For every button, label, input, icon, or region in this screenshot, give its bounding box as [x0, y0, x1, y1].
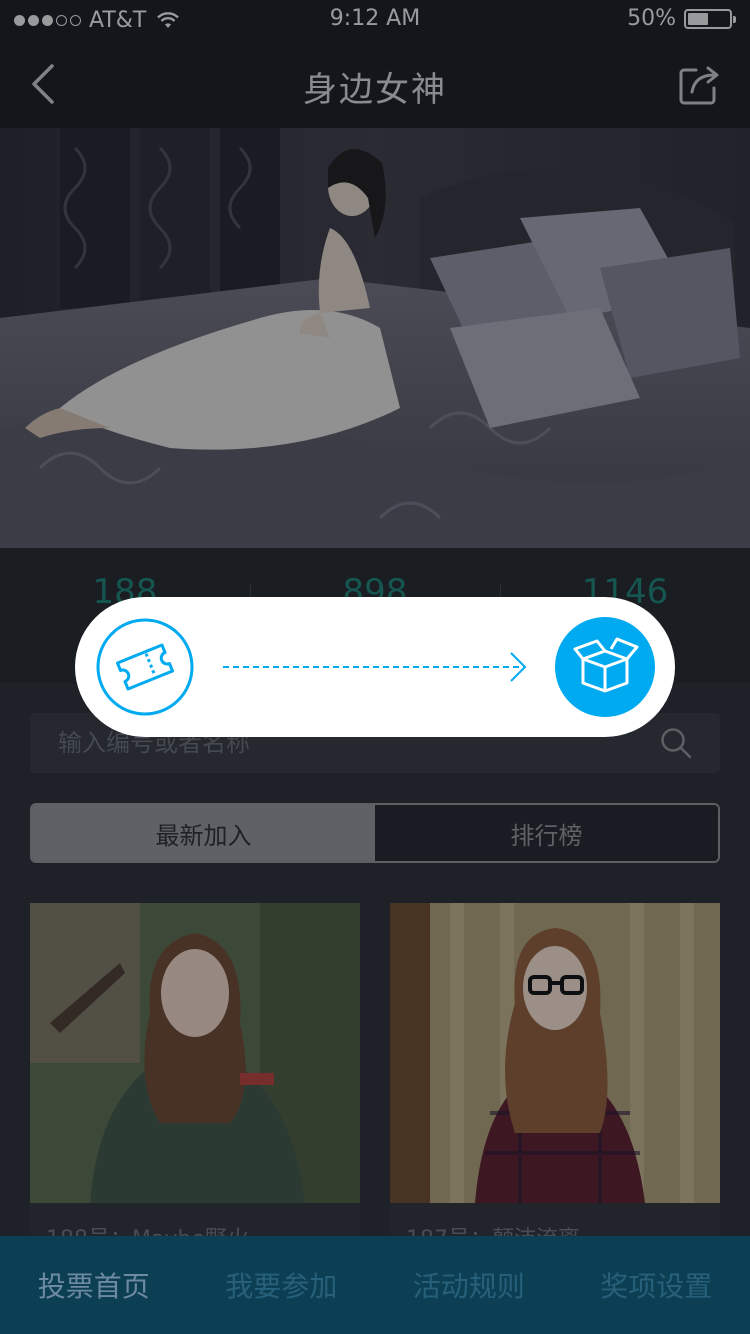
tab-bar-item-awards[interactable]: 奖项设置	[563, 1236, 750, 1334]
bottom-tab-bar: 投票首页 我要参加 活动规则 奖项设置	[0, 1236, 750, 1334]
ticket-to-gift-popup[interactable]	[75, 597, 675, 737]
app-screen: AT&T 9:12 AM 50% 身边女神 188 898 1146 输入编号或…	[0, 0, 750, 1334]
dashed-arrow-icon	[223, 652, 527, 682]
ticket-icon[interactable]	[95, 617, 195, 717]
tab-bar-item-rules[interactable]: 活动规则	[375, 1236, 563, 1334]
tab-bar-item-vote-home[interactable]: 投票首页	[0, 1236, 188, 1334]
tab-bar-item-join[interactable]: 我要参加	[188, 1236, 376, 1334]
gift-box-icon[interactable]	[555, 617, 655, 717]
